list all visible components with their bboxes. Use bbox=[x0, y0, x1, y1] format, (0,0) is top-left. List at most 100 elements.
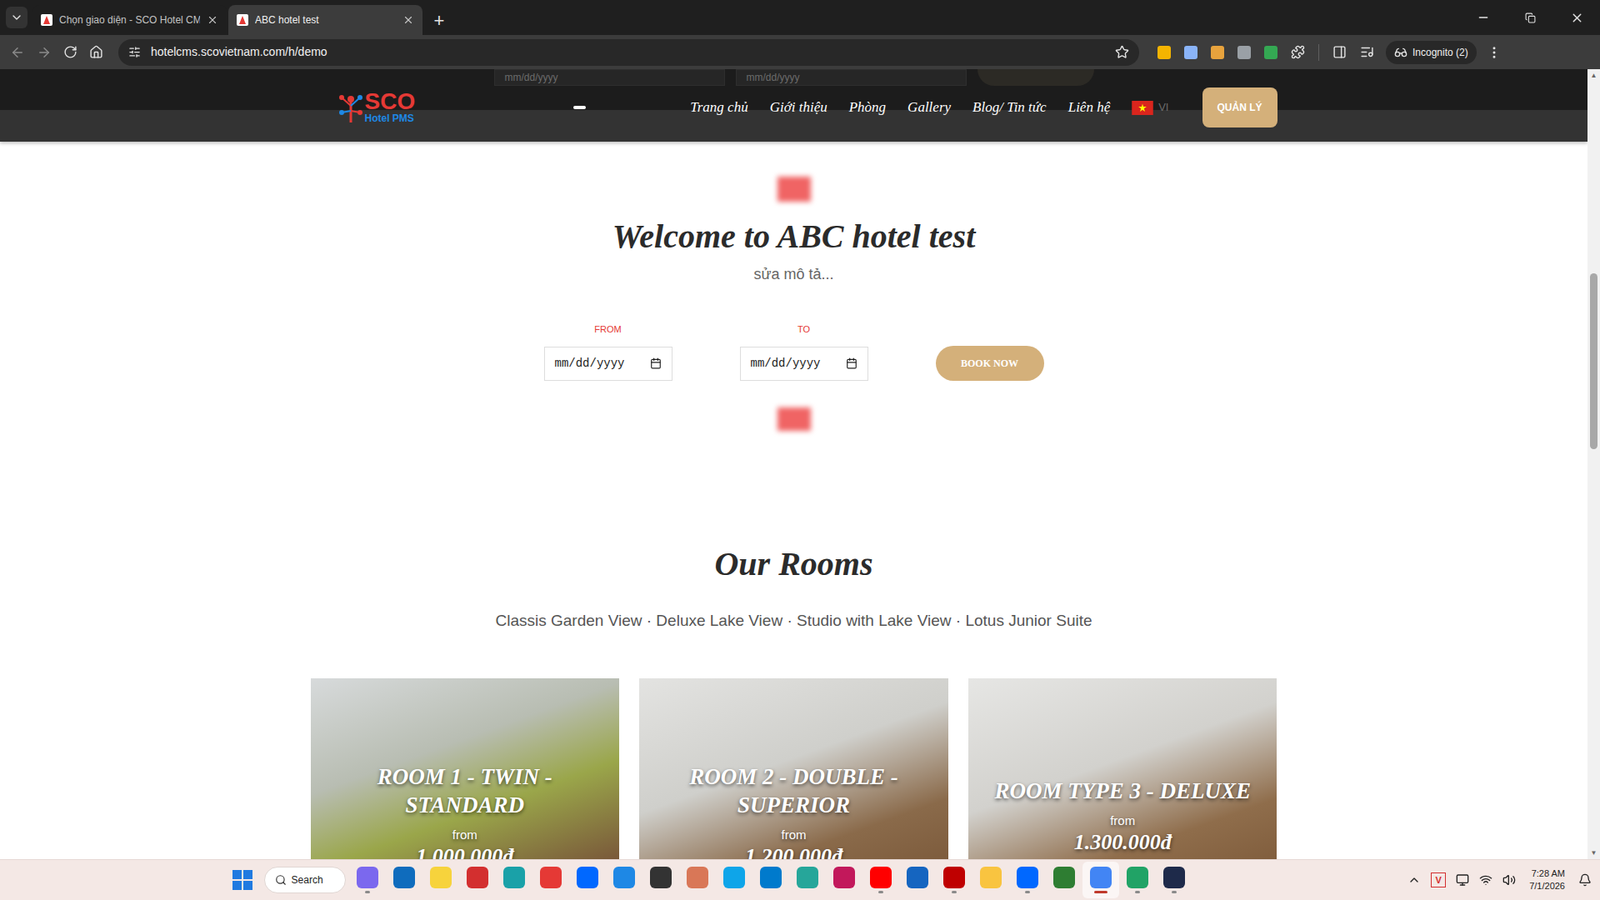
taskbar-app[interactable] bbox=[752, 861, 790, 899]
reading-mode-icon[interactable] bbox=[1332, 45, 1347, 60]
restore-button[interactable] bbox=[1506, 0, 1554, 35]
book-now-button[interactable]: BOOK NOW bbox=[935, 345, 1045, 381]
close-tab-icon[interactable] bbox=[402, 14, 415, 26]
start-button[interactable] bbox=[224, 861, 261, 899]
scroll-up-arrow[interactable]: ▲ bbox=[1590, 69, 1598, 82]
taskbar-app[interactable] bbox=[1155, 861, 1193, 899]
room-card[interactable]: ROOM 1 - TWIN - STANDARDfrom1.000.000đ bbox=[310, 678, 620, 860]
app-icon bbox=[576, 866, 599, 889]
date-field: TOmm/dd/yyyy bbox=[740, 322, 869, 381]
taskbar-app[interactable] bbox=[715, 861, 753, 899]
calendar-icon bbox=[650, 357, 662, 370]
extension-icon[interactable] bbox=[1237, 45, 1251, 60]
app-icon bbox=[356, 866, 379, 889]
rooms-title: Our Rooms bbox=[714, 544, 873, 585]
nav-link[interactable]: Giới thiệu bbox=[770, 96, 828, 119]
room-card[interactable]: ROOM 2 - DOUBLE - SUPERIORfrom1.200.000đ bbox=[639, 678, 949, 860]
menu-icon[interactable] bbox=[1486, 45, 1502, 60]
bookmark-star-icon[interactable] bbox=[1115, 45, 1130, 60]
taskbar-app[interactable] bbox=[899, 861, 936, 899]
taskbar-app[interactable] bbox=[1119, 861, 1156, 899]
taskbar-app[interactable] bbox=[862, 861, 900, 899]
app-icon bbox=[1016, 866, 1039, 889]
taskbar-app[interactable] bbox=[605, 861, 643, 899]
nav-link[interactable]: Trang chủ bbox=[690, 96, 748, 119]
date-input[interactable]: mm/dd/yyyy bbox=[740, 346, 869, 381]
date-input[interactable]: mm/dd/yyyy bbox=[544, 346, 673, 381]
scroll-thumb[interactable] bbox=[1590, 273, 1598, 450]
profile-pill[interactable]: Incognito (2) bbox=[1385, 40, 1477, 65]
display-icon[interactable] bbox=[1455, 873, 1470, 887]
app-icon bbox=[796, 866, 819, 889]
taskbar-app[interactable] bbox=[789, 861, 826, 899]
taskbar-search[interactable]: Search bbox=[264, 866, 346, 894]
close-tab-icon[interactable] bbox=[206, 14, 219, 26]
hero-title: Welcome to ABC hotel test bbox=[612, 216, 976, 257]
taskbar-app[interactable] bbox=[532, 861, 570, 899]
back-icon[interactable] bbox=[10, 45, 25, 60]
running-indicator bbox=[1025, 890, 1030, 894]
close-window-button[interactable] bbox=[1553, 0, 1600, 35]
nav-link[interactable]: Phòng bbox=[849, 96, 886, 119]
language-switch[interactable]: VI bbox=[1131, 99, 1169, 116]
room-price: 1.200.000đ bbox=[745, 844, 843, 860]
taskbar-app[interactable] bbox=[385, 861, 423, 899]
media-controls-icon[interactable] bbox=[1360, 45, 1375, 60]
minimize-button[interactable] bbox=[1460, 0, 1507, 35]
taskbar-app[interactable] bbox=[459, 861, 496, 899]
scroll-down-arrow[interactable]: ▼ bbox=[1590, 846, 1598, 860]
browser-tab[interactable]: ABC hotel test bbox=[228, 5, 423, 35]
site-logo[interactable]: SCOHotel PMS bbox=[338, 90, 416, 125]
taskbar-app[interactable] bbox=[1082, 861, 1120, 899]
hero-subtitle: sửa mô tả... bbox=[753, 263, 834, 286]
clock[interactable]: 7:28 AM7/1/2026 bbox=[1525, 867, 1569, 893]
reload-icon[interactable] bbox=[63, 45, 78, 60]
running-indicator bbox=[951, 890, 957, 894]
manage-button[interactable]: QUẢN LÝ bbox=[1202, 87, 1278, 128]
extensions-icon[interactable] bbox=[1290, 45, 1305, 60]
taskbar-app[interactable] bbox=[825, 861, 863, 899]
room-from: from bbox=[1110, 811, 1135, 831]
volume-icon[interactable] bbox=[1502, 873, 1516, 887]
forward-icon[interactable] bbox=[36, 45, 52, 60]
url-text: hotelcms.scovietnam.com/h/demo bbox=[150, 43, 1105, 61]
ime-indicator[interactable]: V bbox=[1430, 872, 1446, 888]
taskbar-app[interactable] bbox=[495, 861, 533, 899]
notifications-icon[interactable] bbox=[1578, 873, 1592, 887]
app-icon bbox=[760, 866, 782, 889]
taskbar-app[interactable] bbox=[972, 861, 1010, 899]
booking-form: FROMmm/dd/yyyyTOmm/dd/yyyyBOOK NOW bbox=[544, 322, 1045, 381]
room-card[interactable]: ROOM TYPE 3 - DELUXEfrom1.300.000đ bbox=[968, 678, 1278, 860]
extension-icon[interactable] bbox=[1210, 45, 1225, 60]
taskbar-app[interactable] bbox=[935, 861, 973, 899]
browser-toolbar: hotelcms.scovietnam.com/h/demo Incognito … bbox=[0, 35, 1600, 70]
nav-link[interactable]: Blog/ Tin tức bbox=[972, 96, 1047, 119]
scrollbar[interactable]: ▲▼ bbox=[1587, 69, 1600, 860]
app-icon bbox=[650, 866, 672, 889]
extension-icon[interactable] bbox=[1264, 45, 1278, 60]
taskbar-app[interactable] bbox=[1009, 861, 1046, 899]
tab-title: Chọn giao diện - SCO Hotel CM bbox=[59, 12, 200, 28]
hamburger-icon[interactable] bbox=[573, 105, 586, 110]
extension-icon[interactable] bbox=[1157, 45, 1171, 60]
taskbar-app[interactable] bbox=[349, 861, 386, 899]
browser-tab[interactable]: Chọn giao diện - SCO Hotel CM bbox=[32, 5, 227, 35]
network-icon[interactable] bbox=[1479, 873, 1493, 887]
show-hidden-icons-icon[interactable] bbox=[1407, 873, 1421, 887]
taskbar-app[interactable] bbox=[642, 861, 680, 899]
nav-link[interactable]: Liên hệ bbox=[1068, 96, 1111, 119]
taskbar-app[interactable] bbox=[679, 861, 716, 899]
extension-icon[interactable] bbox=[1184, 45, 1198, 60]
nav-link[interactable]: Gallery bbox=[907, 96, 951, 119]
new-tab-button[interactable]: + bbox=[424, 5, 455, 35]
taskbar-app[interactable] bbox=[422, 861, 460, 899]
taskbar-app[interactable] bbox=[1045, 861, 1083, 899]
tab-search-button[interactable] bbox=[5, 6, 28, 29]
address-bar[interactable]: hotelcms.scovietnam.com/h/demo bbox=[118, 39, 1140, 66]
taskbar-app[interactable] bbox=[569, 861, 606, 899]
home-icon[interactable] bbox=[89, 45, 104, 60]
rooms-section: Our RoomsClassis Garden View · Deluxe La… bbox=[0, 544, 1588, 860]
desktop: Chọn giao diện - SCO Hotel CM ABC hotel t… bbox=[0, 0, 1600, 900]
room-from: from bbox=[452, 825, 478, 845]
site-info-icon[interactable] bbox=[128, 45, 141, 59]
